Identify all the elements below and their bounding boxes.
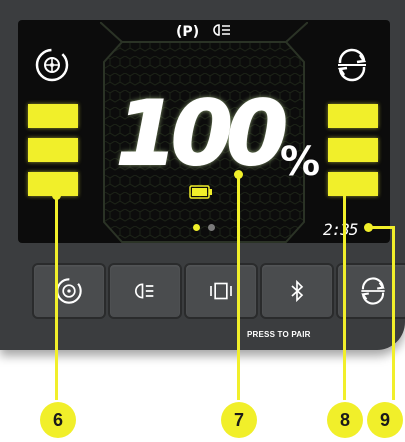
bluetooth-pair-button[interactable] xyxy=(260,263,334,319)
callout-badge-8: 8 xyxy=(327,402,363,438)
display-screen: (P) 100 % 2:35 xyxy=(18,20,390,243)
callout-dot-9 xyxy=(364,223,373,232)
left-level-bar-2 xyxy=(28,138,78,162)
battery-percent-value: 100 xyxy=(115,82,289,185)
callout-line-9 xyxy=(392,226,395,400)
bluetooth-icon xyxy=(291,279,304,303)
park-indicator: (P) xyxy=(176,24,200,40)
display-mode-button[interactable] xyxy=(184,263,258,319)
page-dot xyxy=(208,224,215,231)
headlight-icon xyxy=(210,24,232,40)
bracket-display-icon xyxy=(210,282,232,300)
callout-line-6 xyxy=(55,195,58,400)
press-to-pair-label: PRESS TO PAIR xyxy=(247,330,311,339)
right-level-bar-1 xyxy=(328,104,378,128)
button-row xyxy=(6,253,405,321)
right-level-bar-2 xyxy=(328,138,378,162)
wheel-cycle-icon xyxy=(56,278,82,304)
callout-badge-6: 6 xyxy=(40,402,76,438)
left-level-bar-1 xyxy=(28,104,78,128)
callout-badge-9: 9 xyxy=(367,402,403,438)
page-indicator xyxy=(193,224,215,231)
wheel-cycle-icon xyxy=(35,48,69,82)
headlight-button[interactable] xyxy=(108,263,182,319)
callout-line-8 xyxy=(343,181,346,400)
rotate-arrows-icon xyxy=(361,277,385,305)
callout-dot-6 xyxy=(52,191,61,200)
battery-icon xyxy=(189,185,212,199)
callout-badge-7: 7 xyxy=(221,402,257,438)
percent-sign: % xyxy=(280,139,321,185)
page-dot-active xyxy=(193,224,200,231)
wheel-cycle-button[interactable] xyxy=(32,263,106,319)
callout-line-7 xyxy=(237,174,240,400)
headlight-icon xyxy=(135,283,154,299)
clock-display: 2:35 xyxy=(323,220,359,239)
callout-dot-7 xyxy=(234,170,243,179)
status-indicators: (P) xyxy=(18,24,390,40)
right-level-bar-3 xyxy=(328,172,378,196)
rotate-arrows-icon xyxy=(337,48,367,82)
callout-dot-8 xyxy=(340,177,349,186)
